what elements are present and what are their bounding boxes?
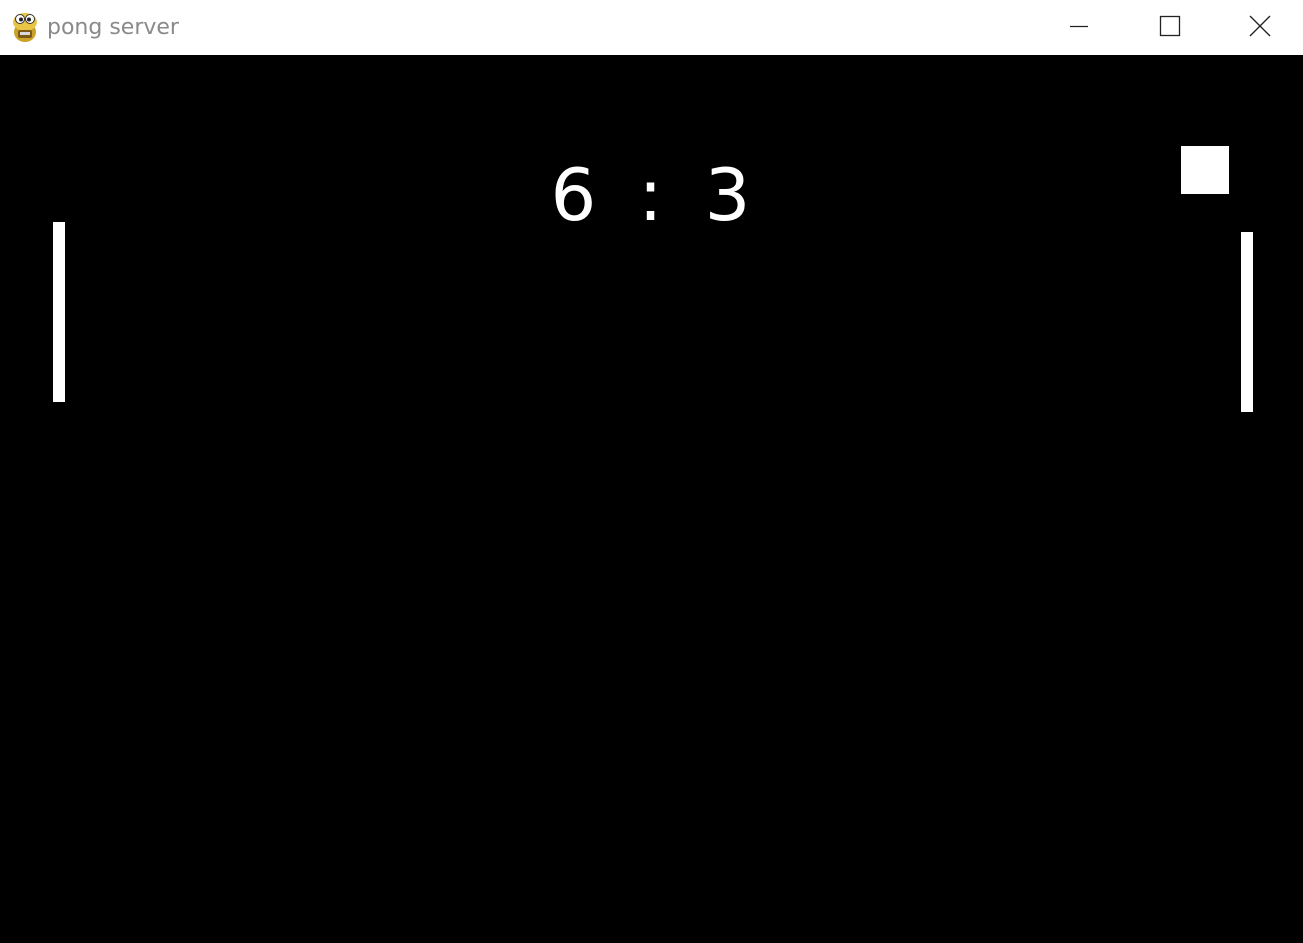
maximize-icon: [1159, 15, 1181, 41]
minimize-icon: [1069, 16, 1089, 40]
score-separator: :: [638, 153, 665, 237]
title-bar[interactable]: pong server: [0, 0, 1303, 55]
close-icon: [1249, 15, 1271, 41]
game-canvas[interactable]: 6:3: [0, 55, 1303, 943]
ball: [1181, 146, 1229, 194]
minimize-button[interactable]: [1033, 0, 1125, 55]
left-paddle: [53, 222, 65, 402]
right-paddle: [1241, 232, 1253, 412]
window-title: pong server: [47, 15, 179, 40]
pygame-snake-icon: [10, 10, 40, 44]
close-button[interactable]: [1216, 0, 1303, 55]
right-score: 3: [704, 153, 753, 237]
pong-server-window: pong server 6: 3: [0, 0, 1303, 943]
maximize-button[interactable]: [1124, 0, 1216, 55]
scoreboard: 6:3: [0, 155, 1303, 235]
left-score: 6: [550, 153, 599, 237]
